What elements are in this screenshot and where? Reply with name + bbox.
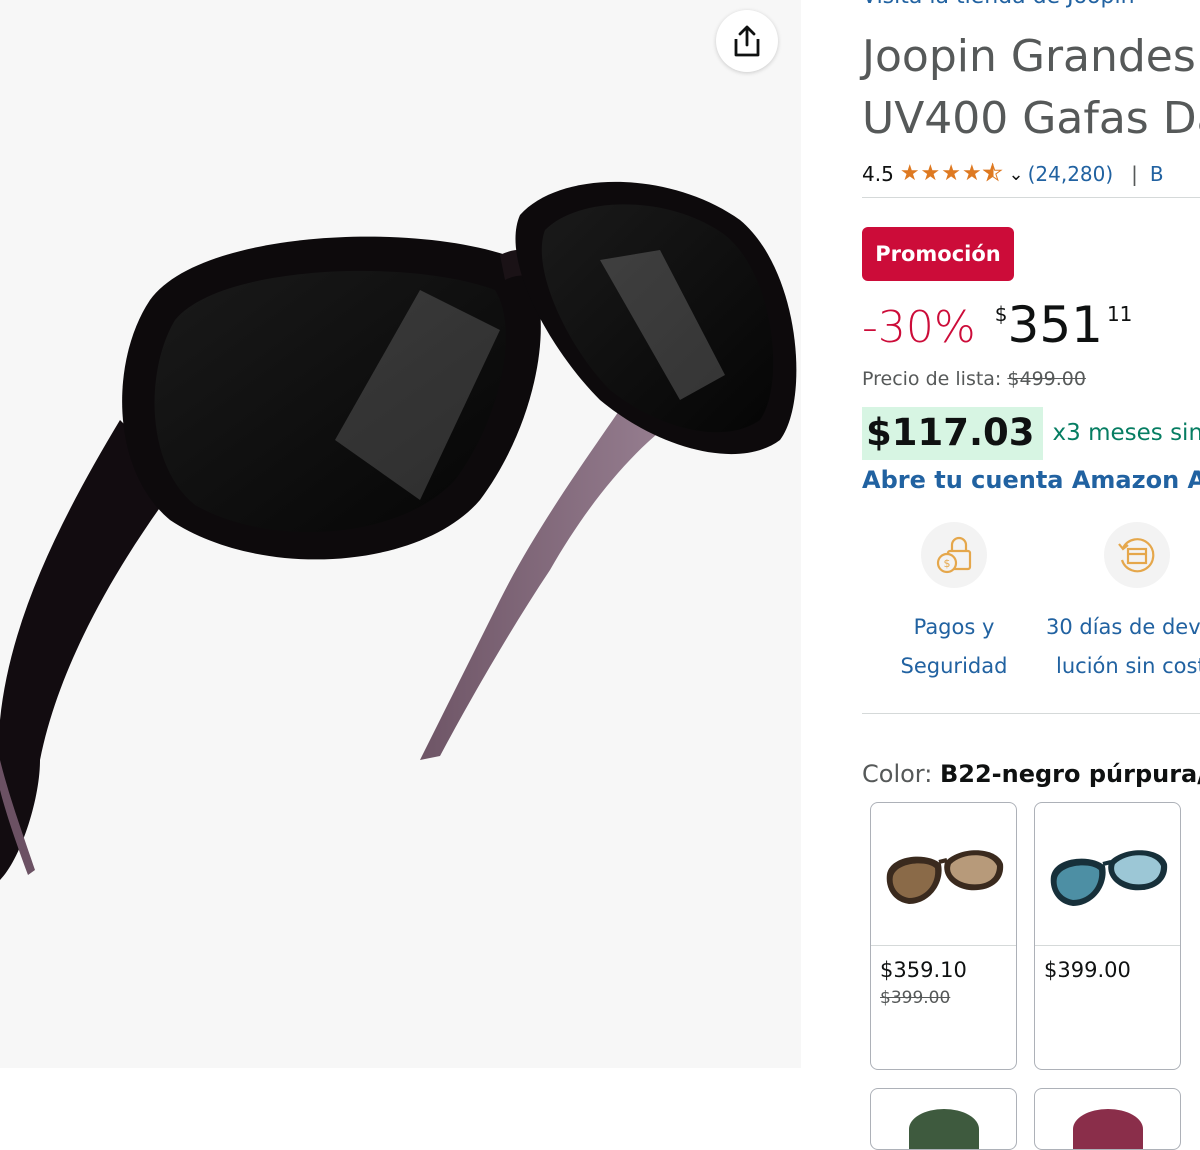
star-icon: ★ (899, 161, 920, 186)
color-option-brown[interactable]: $359.10 $399.00 (870, 802, 1017, 1070)
color-option-green[interactable] (870, 1088, 1017, 1150)
rating-row: 4.5 ★ ★ ★ ★ ★ ⌄ (24,280) | B (862, 158, 1164, 190)
option-price: $359.10 (880, 958, 967, 982)
divider (862, 197, 1200, 198)
color-option-pink[interactable] (1034, 1088, 1181, 1150)
color-label-prefix: Color: (862, 760, 933, 788)
store-link[interactable]: Visita la tienda de Joopin (862, 0, 1135, 9)
open-account-link[interactable]: Abre tu cuenta Amazon Ac (862, 466, 1200, 494)
feature-label-line1: Pagos y (913, 615, 995, 639)
reviews-count-link[interactable]: (24,280) (1028, 162, 1114, 186)
svg-text:$: $ (944, 557, 951, 570)
product-title-line1: Joopin Grandes (862, 31, 1196, 82)
return-box-icon (1104, 522, 1170, 588)
blue-sunglasses-thumbnail (1035, 803, 1180, 946)
star-icon: ★ (920, 161, 941, 186)
green-sunglasses-thumbnail (908, 1109, 979, 1149)
star-rating[interactable]: ★ ★ ★ ★ ★ (899, 161, 1003, 186)
installment-row: $117.03 x3 meses sin (862, 402, 1200, 464)
price-block: -30% $351 11 (862, 296, 1132, 356)
option-list-price: $399.00 (880, 988, 951, 1008)
rating-extra-link[interactable]: B (1150, 162, 1164, 186)
product-image-panel[interactable] (0, 0, 801, 1068)
color-option-blue[interactable]: $399.00 (1034, 802, 1181, 1070)
divider (862, 713, 1200, 714)
selected-color-name: B22-negro púrpura/ (939, 760, 1200, 788)
rating-value: 4.5 (862, 162, 894, 186)
brown-sunglasses-thumbnail (871, 803, 1016, 946)
price-whole: 351 (1007, 296, 1103, 354)
color-label: Color: B22-negro púrpura/ (862, 760, 1200, 788)
list-price-value: $499.00 (1007, 368, 1086, 390)
feature-label-line2: Seguridad (900, 654, 1008, 678)
price-currency: $ (994, 302, 1008, 326)
pink-sunglasses-thumbnail (1072, 1109, 1143, 1149)
feature-returns[interactable]: 30 días de dev lución sin cost (1046, 522, 1200, 686)
installment-text: x3 meses sin (1052, 420, 1200, 446)
divider: | (1131, 162, 1138, 186)
share-icon (734, 25, 760, 57)
feature-label-line2: lución sin cost (1056, 654, 1200, 678)
installment-amount: $117.03 (862, 406, 1043, 460)
half-star-icon: ★ (982, 161, 1003, 186)
product-title-line2: UV400 Gafas Da (862, 93, 1200, 144)
star-icon: ★ (962, 161, 982, 186)
sunglasses-main-image (0, 181, 797, 880)
product-title: Joopin Grandes UV400 Gafas Da (862, 26, 1200, 150)
price-fraction: 11 (1106, 302, 1133, 326)
star-icon: ★ (941, 161, 962, 186)
promo-badge: Promoción (862, 227, 1014, 281)
share-button[interactable] (716, 10, 778, 72)
feature-secure-payment[interactable]: $ Pagos y Seguridad (890, 522, 1018, 686)
secure-payment-icon: $ (921, 522, 987, 588)
list-price: Precio de lista: $499.00 (862, 368, 1086, 390)
chevron-down-icon[interactable]: ⌄ (1008, 164, 1023, 185)
discount-percent: -30% (862, 302, 976, 353)
list-price-label: Precio de lista: (862, 368, 1002, 390)
feature-label-line1: 30 días de dev (1046, 615, 1200, 639)
option-price: $399.00 (1044, 958, 1131, 982)
